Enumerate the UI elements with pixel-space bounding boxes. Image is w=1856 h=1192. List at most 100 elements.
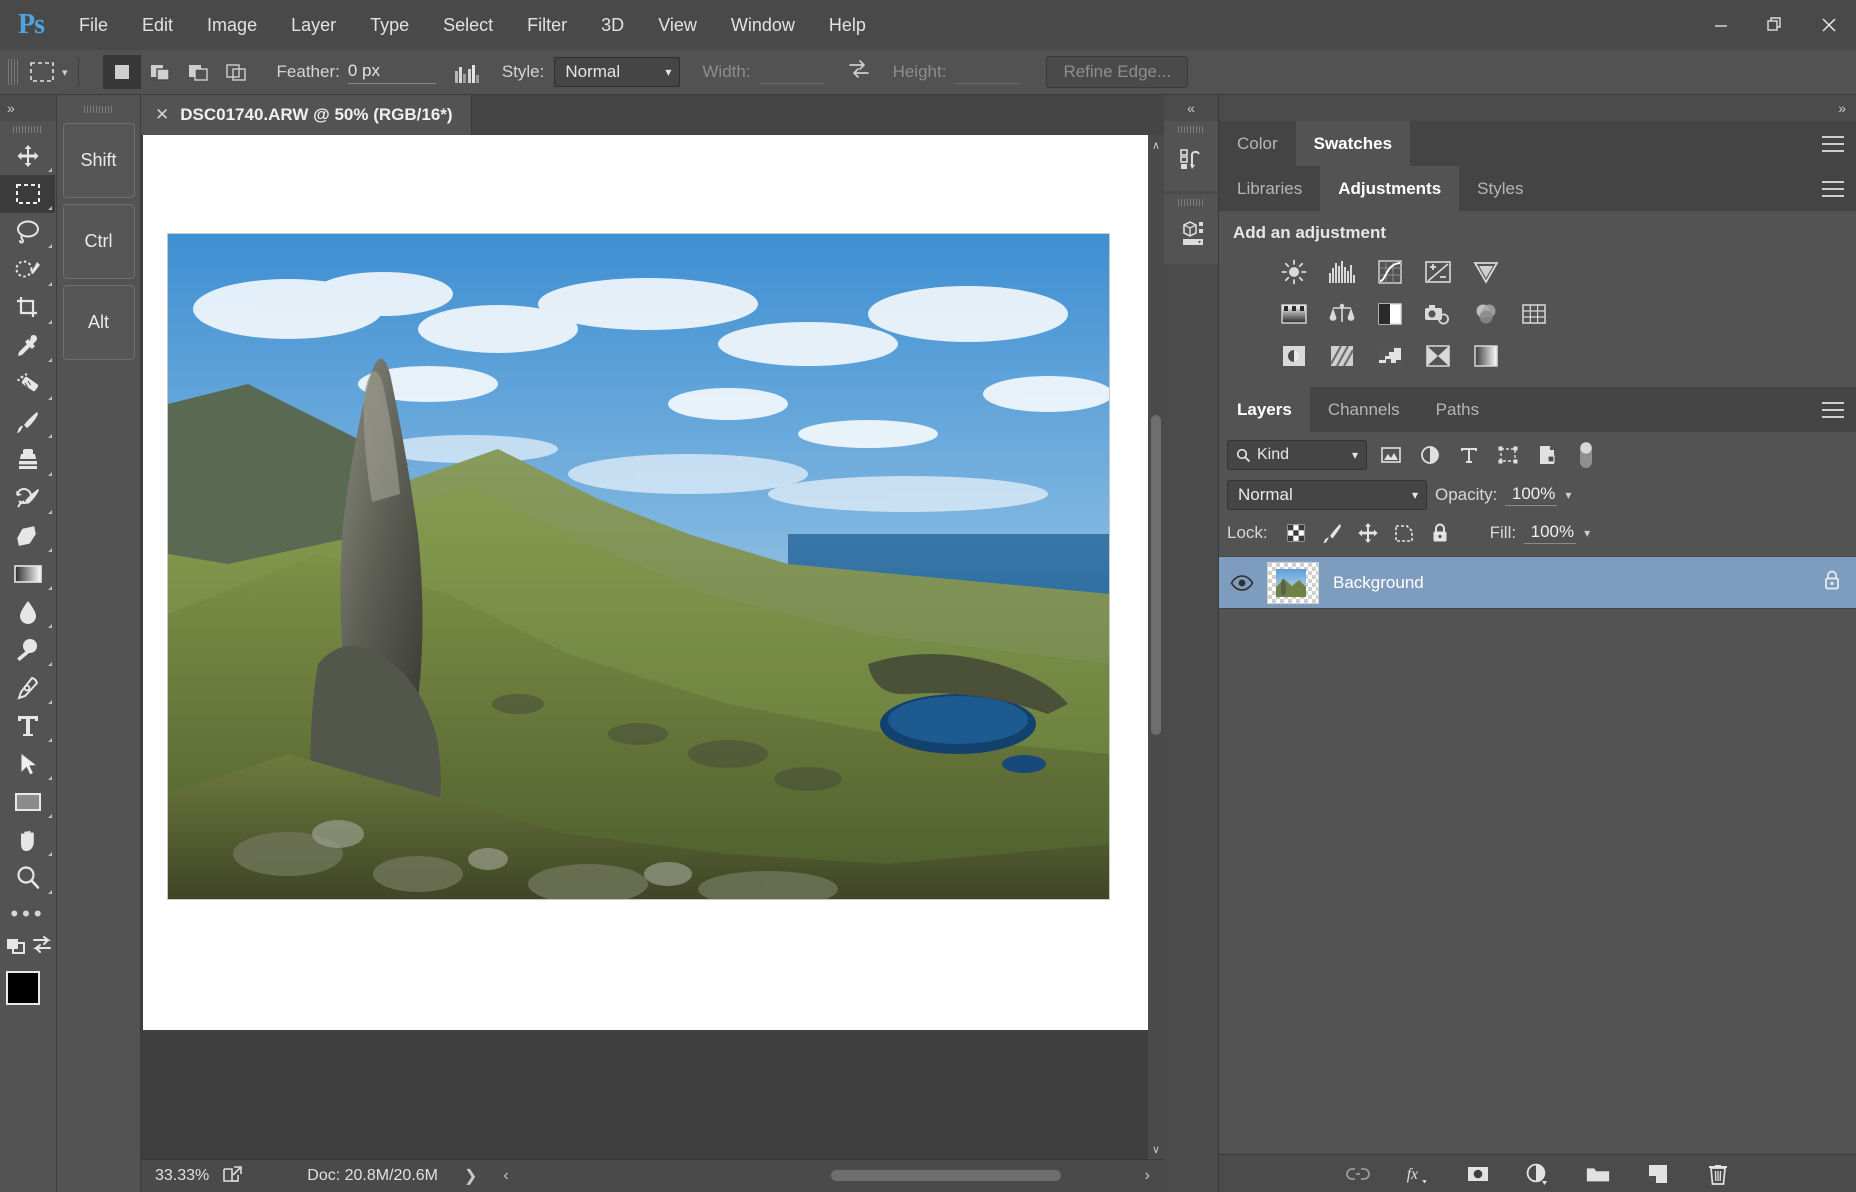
- tool-rectangular-marquee[interactable]: [0, 175, 55, 213]
- canvas-horizontal-scrollbar[interactable]: ›: [621, 1159, 1164, 1192]
- tool-rectangle-shape[interactable]: [0, 783, 55, 821]
- panel-menu-icon[interactable]: [1822, 136, 1844, 152]
- tool-spot-healing-brush[interactable]: [0, 365, 55, 403]
- menu-view[interactable]: View: [641, 0, 714, 50]
- tool-move[interactable]: [0, 137, 55, 175]
- channel-mixer-icon[interactable]: [1471, 299, 1501, 329]
- foreground-color-swatch[interactable]: [6, 971, 40, 1005]
- width-input[interactable]: [759, 61, 825, 84]
- fill-chevron-down-icon[interactable]: ▾: [1584, 526, 1590, 540]
- filter-adjustment-icon[interactable]: [1414, 440, 1445, 470]
- delete-layer-icon[interactable]: [1705, 1161, 1731, 1187]
- filter-smart-object-icon[interactable]: [1531, 440, 1562, 470]
- tool-eyedropper[interactable]: [0, 327, 55, 365]
- intersect-selection-button[interactable]: [217, 55, 255, 89]
- exposure-icon[interactable]: [1423, 257, 1453, 287]
- menu-file[interactable]: File: [62, 0, 125, 50]
- tab-layers[interactable]: Layers: [1219, 387, 1310, 432]
- color-balance-icon[interactable]: [1327, 299, 1357, 329]
- menu-layer[interactable]: Layer: [274, 0, 353, 50]
- posterize-icon[interactable]: [1327, 341, 1357, 371]
- menu-help[interactable]: Help: [812, 0, 883, 50]
- new-fill-adjustment-icon[interactable]: [1525, 1161, 1551, 1187]
- tab-adjustments[interactable]: Adjustments: [1320, 166, 1459, 211]
- layer-style-fx-icon[interactable]: fx: [1405, 1161, 1431, 1187]
- tab-channels[interactable]: Channels: [1310, 387, 1418, 432]
- blend-mode-select[interactable]: Normal ▾: [1227, 480, 1427, 510]
- tool-dodge[interactable]: [0, 631, 55, 669]
- close-document-icon[interactable]: ✕: [155, 105, 169, 125]
- curves-icon[interactable]: [1375, 257, 1405, 287]
- history-panel-grip[interactable]: [1164, 121, 1218, 137]
- canvas-vertical-scrollbar[interactable]: ∧ ∨: [1148, 135, 1164, 1159]
- refine-histogram-icon[interactable]: [454, 61, 480, 83]
- document-image[interactable]: [167, 233, 1110, 900]
- tool-pen[interactable]: [0, 669, 55, 707]
- tool-blur[interactable]: [0, 593, 55, 631]
- tool-quick-selection[interactable]: [0, 251, 55, 289]
- vertical-scroll-thumb[interactable]: [1151, 415, 1161, 735]
- vibrance-icon[interactable]: [1471, 257, 1501, 287]
- tool-history-brush[interactable]: [0, 479, 55, 517]
- scroll-down-arrow-icon[interactable]: ∨: [1148, 1139, 1164, 1159]
- menu-filter[interactable]: Filter: [510, 0, 584, 50]
- new-group-icon[interactable]: [1585, 1161, 1611, 1187]
- refine-edge-button[interactable]: Refine Edge...: [1046, 56, 1188, 88]
- rail-collapse-button[interactable]: «: [1164, 95, 1218, 121]
- threshold-icon[interactable]: [1375, 341, 1405, 371]
- fill-value[interactable]: 100%: [1524, 522, 1576, 544]
- black-white-icon[interactable]: [1375, 299, 1405, 329]
- menu-3d[interactable]: 3D: [584, 0, 641, 50]
- status-expand-chevron-icon[interactable]: ❯: [464, 1166, 477, 1186]
- 3d-panel-grip[interactable]: [1164, 194, 1218, 210]
- history-panel-icon[interactable]: [1164, 137, 1218, 183]
- filter-pixel-icon[interactable]: [1375, 440, 1406, 470]
- document-tab[interactable]: ✕ DSC01740.ARW @ 50% (RGB/16*): [141, 95, 472, 135]
- new-selection-button[interactable]: [103, 55, 141, 89]
- invert-icon[interactable]: [1279, 341, 1309, 371]
- lock-image-pixels-icon[interactable]: [1318, 520, 1346, 546]
- levels-icon[interactable]: [1327, 257, 1357, 287]
- tool-preset-chevron-down-icon[interactable]: ▾: [62, 66, 68, 79]
- status-left-chevron-icon[interactable]: ‹: [503, 1167, 508, 1185]
- tool-hand[interactable]: [0, 821, 55, 859]
- brightness-contrast-icon[interactable]: [1279, 257, 1309, 287]
- photo-filter-icon[interactable]: [1423, 299, 1453, 329]
- tool-path-selection[interactable]: [0, 745, 55, 783]
- height-input[interactable]: [954, 61, 1020, 84]
- options-bar-grip[interactable]: [8, 59, 18, 85]
- 3d-panel-icon[interactable]: [1164, 210, 1218, 256]
- swap-width-height-icon[interactable]: [847, 59, 871, 85]
- menu-select[interactable]: Select: [426, 0, 510, 50]
- tab-paths[interactable]: Paths: [1418, 387, 1497, 432]
- edit-toolbar-button[interactable]: •••: [0, 897, 56, 931]
- menu-edit[interactable]: Edit: [125, 0, 190, 50]
- menu-image[interactable]: Image: [190, 0, 274, 50]
- add-layer-mask-icon[interactable]: [1465, 1161, 1491, 1187]
- link-layers-icon[interactable]: [1345, 1161, 1371, 1187]
- layer-thumbnail[interactable]: [1267, 562, 1319, 604]
- lock-all-icon[interactable]: [1426, 520, 1454, 546]
- gradient-map-icon[interactable]: [1471, 341, 1501, 371]
- toolbar-grip[interactable]: [0, 121, 56, 137]
- modifier-key-ctrl[interactable]: Ctrl: [63, 204, 135, 279]
- layer-name[interactable]: Background: [1333, 573, 1814, 593]
- 3d-panel-button[interactable]: [1164, 194, 1218, 264]
- feather-input[interactable]: [348, 61, 436, 84]
- minimize-button[interactable]: [1694, 0, 1748, 50]
- tool-type[interactable]: [0, 707, 55, 745]
- history-panel-button[interactable]: [1164, 121, 1218, 191]
- quick-mask-icon[interactable]: [6, 936, 30, 961]
- subtract-from-selection-button[interactable]: [179, 55, 217, 89]
- selective-color-icon[interactable]: [1423, 341, 1453, 371]
- layer-filter-kind-select[interactable]: Kind ▾: [1227, 440, 1367, 470]
- tool-gradient[interactable]: [0, 555, 55, 593]
- screen-mode-icon[interactable]: [30, 936, 54, 961]
- modifier-key-shift[interactable]: Shift: [63, 123, 135, 198]
- close-button[interactable]: [1802, 0, 1856, 50]
- menu-window[interactable]: Window: [714, 0, 812, 50]
- tool-lasso[interactable]: [0, 213, 55, 251]
- restore-button[interactable]: [1748, 0, 1802, 50]
- lock-artboard-nesting-icon[interactable]: [1390, 520, 1418, 546]
- opacity-value[interactable]: 100%: [1505, 484, 1557, 506]
